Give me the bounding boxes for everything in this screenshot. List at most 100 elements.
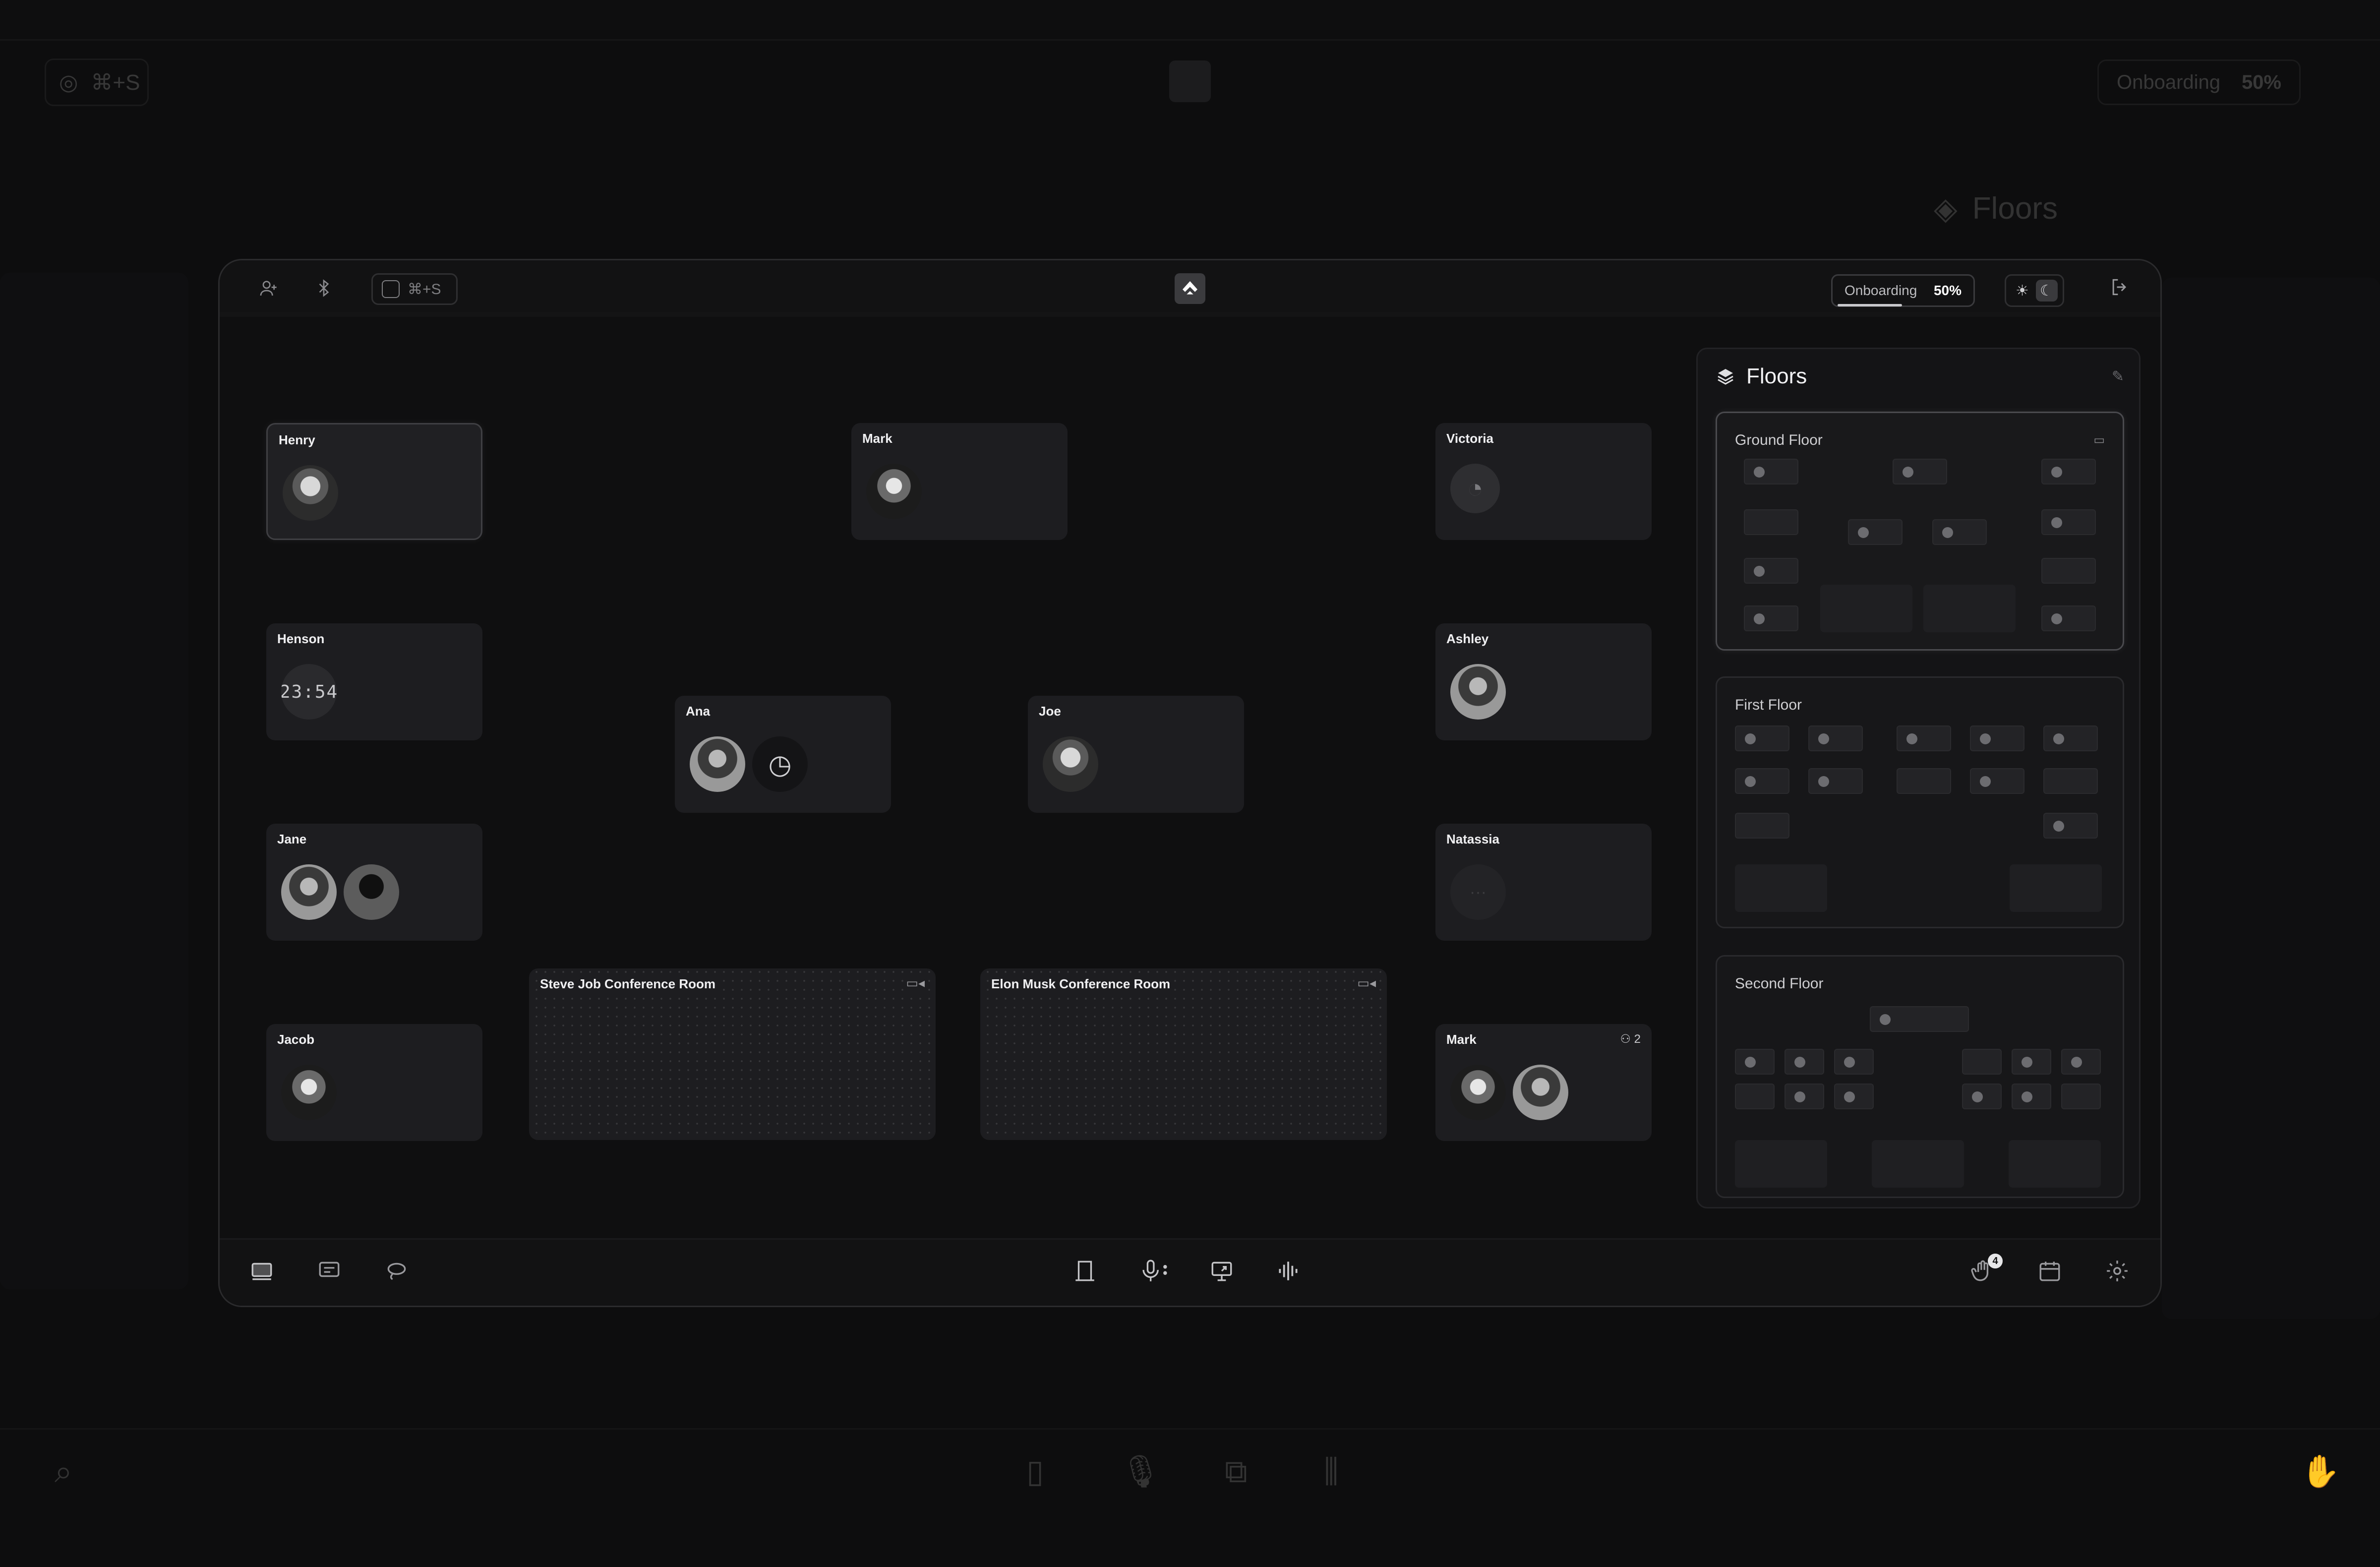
room-name: Ashley	[1446, 631, 1489, 646]
floor-conference-thumb[interactable]	[1872, 1140, 1964, 1188]
logout-icon[interactable]	[2109, 276, 2131, 303]
room-card[interactable]: Ana ◷	[675, 696, 891, 813]
room-card[interactable]: Jacob	[266, 1024, 482, 1141]
room-card[interactable]: Jane	[266, 824, 482, 941]
floor-room-thumb[interactable]	[2043, 768, 2098, 794]
floor-room-thumb[interactable]	[1735, 1049, 1775, 1075]
avatar[interactable]	[281, 864, 337, 920]
room-card[interactable]: Henson 23:54	[266, 623, 482, 740]
floor-room-thumb[interactable]	[1808, 768, 1863, 794]
mic-icon[interactable]	[1139, 1259, 1171, 1288]
room-card[interactable]: Natassia ···	[1435, 824, 1652, 941]
floor-room-thumb[interactable]	[2041, 605, 2096, 631]
room-card[interactable]: Mark ⚇ 2	[1435, 1024, 1652, 1141]
avatar[interactable]	[866, 464, 922, 519]
door-icon[interactable]	[1072, 1259, 1097, 1288]
avatar[interactable]	[1450, 1065, 1506, 1120]
floor-room-thumb[interactable]	[1735, 1084, 1775, 1109]
floor-room-thumb[interactable]	[1962, 1084, 2002, 1109]
floor-card-ground[interactable]: Ground Floor ▭	[1716, 412, 2124, 651]
lasso-icon[interactable]	[384, 1259, 409, 1288]
conference-room-card[interactable]: Elon Musk Conference Room ▭◂	[980, 968, 1387, 1140]
floor-room-thumb[interactable]	[1870, 1006, 1969, 1032]
floor-room-thumb[interactable]	[1834, 1049, 1874, 1075]
avatar[interactable]	[690, 736, 745, 792]
floor-card-first[interactable]: First Floor	[1716, 676, 2124, 928]
background-dock	[0, 1428, 2380, 1525]
share-screen-icon[interactable]	[1208, 1259, 1235, 1288]
door-icon: ▯	[1026, 1453, 1044, 1489]
floor-conference-thumb[interactable]	[1735, 864, 1827, 912]
room-name: Ana	[686, 704, 711, 719]
floor-card-second[interactable]: Second Floor	[1716, 955, 2124, 1198]
floor-room-thumb[interactable]	[1897, 768, 1951, 794]
room-card[interactable]: Mark	[851, 423, 1068, 540]
floor-room-thumb[interactable]	[2041, 558, 2096, 584]
room-name: Natassia	[1446, 832, 1499, 846]
pin-icon[interactable]: ✎	[2112, 368, 2124, 385]
avatar[interactable]	[1450, 664, 1506, 720]
floor-room-thumb[interactable]	[1744, 605, 1798, 631]
avatar[interactable]	[1043, 736, 1098, 792]
floor-room-thumb[interactable]	[2041, 509, 2096, 535]
floor-room-thumb[interactable]	[1808, 725, 1863, 751]
floor-room-thumb[interactable]	[1893, 459, 1947, 484]
floor-room-thumb[interactable]	[1932, 519, 1987, 545]
calendar-icon[interactable]	[2037, 1259, 2062, 1288]
floor-room-thumb[interactable]	[1785, 1049, 1824, 1075]
room-card[interactable]: Henry	[266, 423, 482, 540]
sun-icon[interactable]: ☀	[2012, 280, 2033, 301]
floor-room-thumb[interactable]	[1848, 519, 1903, 545]
room-card[interactable]: Ashley	[1435, 623, 1652, 740]
avatar[interactable]	[281, 1065, 337, 1120]
floor-room-thumb[interactable]	[2012, 1049, 2051, 1075]
avatar[interactable]	[344, 864, 399, 920]
floor-room-thumb[interactable]	[1785, 1084, 1824, 1109]
add-user-icon[interactable]	[257, 278, 279, 300]
conference-room-card[interactable]: Steve Job Conference Room ▭◂	[529, 968, 936, 1140]
avatar[interactable]	[1513, 1065, 1568, 1120]
search-icon	[382, 280, 400, 298]
moon-icon[interactable]: ☾	[2035, 280, 2058, 301]
floor-conference-thumb[interactable]	[1735, 1140, 1827, 1188]
floor-conference-thumb[interactable]	[2009, 1140, 2101, 1188]
floor-conference-thumb[interactable]	[1923, 585, 2016, 632]
floor-room-thumb[interactable]	[1744, 558, 1798, 584]
timer-icon[interactable]: ◷	[752, 736, 808, 792]
floor-room-thumb[interactable]	[1970, 725, 2024, 751]
floor-room-thumb[interactable]	[2012, 1084, 2051, 1109]
floor-room-thumb[interactable]	[1744, 509, 1798, 535]
floor-room-thumb[interactable]	[2061, 1084, 2101, 1109]
floor-room-thumb[interactable]	[2043, 725, 2098, 751]
users-icon: ⚇	[1620, 1032, 1631, 1046]
room-card[interactable]: Victoria ◔	[1435, 423, 1652, 540]
floor-room-thumb[interactable]	[1735, 813, 1789, 839]
audio-icon[interactable]	[1276, 1259, 1301, 1288]
theme-toggle[interactable]: ☀ ☾	[2005, 274, 2064, 307]
onboarding-progress-bar	[1838, 304, 1902, 306]
floor-conference-thumb[interactable]	[1820, 585, 1912, 632]
floor-room-thumb[interactable]	[2061, 1049, 2101, 1075]
floor-room-thumb[interactable]	[2041, 459, 2096, 484]
hand-icon[interactable]: 4	[1970, 1254, 2003, 1288]
gear-icon[interactable]	[2105, 1259, 2130, 1288]
floor-room-thumb[interactable]	[1735, 725, 1789, 751]
floor-room-thumb[interactable]	[2043, 813, 2098, 839]
timer-icon[interactable]: ◔	[1450, 464, 1500, 513]
search-button[interactable]: ⌘+S	[371, 273, 458, 305]
avatar[interactable]	[283, 465, 338, 521]
top-bar: ⌘+S Onboarding 50% ☀ ☾	[220, 260, 2160, 317]
onboarding-progress[interactable]: Onboarding 50%	[1831, 274, 1975, 307]
logo-icon[interactable]	[1175, 273, 1205, 304]
chat-icon[interactable]	[317, 1259, 342, 1288]
bluetooth-icon[interactable]	[313, 278, 335, 300]
floor-room-thumb[interactable]	[1834, 1084, 1874, 1109]
floor-conference-thumb[interactable]	[2010, 864, 2102, 912]
floor-room-thumb[interactable]	[1962, 1049, 2002, 1075]
floor-room-thumb[interactable]	[1744, 459, 1798, 484]
floor-room-thumb[interactable]	[1970, 768, 2024, 794]
floor-room-thumb[interactable]	[1897, 725, 1951, 751]
floor-room-thumb[interactable]	[1735, 768, 1789, 794]
room-card[interactable]: Joe	[1028, 696, 1244, 813]
screen-icon[interactable]	[249, 1259, 274, 1288]
